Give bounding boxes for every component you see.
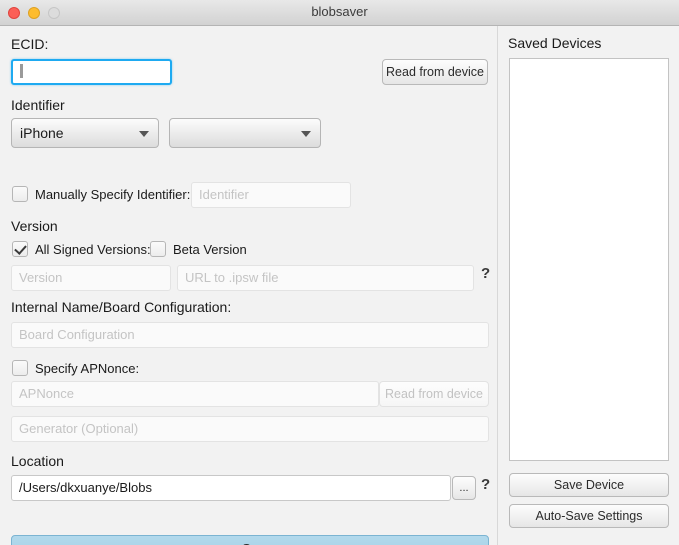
manually-specify-identifier-checkbox[interactable] xyxy=(12,186,28,202)
ecid-input[interactable] xyxy=(11,59,172,85)
version-input[interactable]: Version xyxy=(11,265,171,291)
identifier-label: Identifier xyxy=(11,97,65,113)
text-cursor xyxy=(20,64,23,78)
manual-identifier-input[interactable]: Identifier xyxy=(191,182,351,208)
beta-version-checkbox[interactable] xyxy=(150,241,166,257)
browse-location-button[interactable]: ... xyxy=(452,476,476,500)
specify-apnonce-row: Specify APNonce: xyxy=(12,360,139,376)
main-form-panel: ECID: Read from device Identifier iPhone… xyxy=(0,26,498,545)
specify-apnonce-label: Specify APNonce: xyxy=(35,360,140,376)
ecid-label: ECID: xyxy=(11,36,49,52)
location-input[interactable]: /Users/dkxuanye/Blobs xyxy=(11,475,451,501)
all-signed-versions-row: All Signed Versions: xyxy=(12,241,151,257)
manual-identifier-row: Manually Specify Identifier: xyxy=(12,186,190,202)
saved-devices-title: Saved Devices xyxy=(508,35,602,51)
device-type-dropdown[interactable]: iPhone xyxy=(11,118,159,148)
all-signed-versions-checkbox[interactable] xyxy=(12,241,28,257)
specify-apnonce-checkbox[interactable] xyxy=(12,360,28,376)
ipsw-url-input[interactable]: URL to .ipsw file xyxy=(177,265,474,291)
chevron-down-icon xyxy=(301,131,311,137)
location-label: Location xyxy=(11,453,64,469)
version-label: Version xyxy=(11,218,58,234)
manually-specify-identifier-label: Manually Specify Identifier: xyxy=(35,186,191,202)
window-title: blobsaver xyxy=(311,4,368,19)
device-model-dropdown[interactable] xyxy=(169,118,321,148)
go-button[interactable]: Go xyxy=(11,535,489,545)
generator-input[interactable]: Generator (Optional) xyxy=(11,416,489,442)
auto-save-settings-button[interactable]: Auto-Save Settings xyxy=(509,504,669,528)
beta-version-row: Beta Version xyxy=(150,241,247,257)
app-window: blobsaver ECID: Read from device Identif… xyxy=(0,0,679,545)
apnonce-input[interactable]: APNonce xyxy=(11,381,379,407)
device-type-value: iPhone xyxy=(20,125,64,141)
title-bar: blobsaver xyxy=(0,0,679,26)
saved-devices-panel: Saved Devices Save Device Auto-Save Sett… xyxy=(499,26,679,545)
all-signed-versions-label: All Signed Versions: xyxy=(35,241,151,257)
board-configuration-label: Internal Name/Board Configuration: xyxy=(11,299,232,315)
chevron-down-icon xyxy=(139,131,149,137)
ecid-read-from-device-button[interactable]: Read from device xyxy=(382,59,488,85)
window-content: ECID: Read from device Identifier iPhone… xyxy=(0,26,679,545)
version-help-icon[interactable]: ? xyxy=(481,265,490,282)
apnonce-read-from-device-button[interactable]: Read from device xyxy=(379,381,489,407)
save-device-button[interactable]: Save Device xyxy=(509,473,669,497)
board-configuration-input[interactable]: Board Configuration xyxy=(11,322,489,348)
beta-version-label: Beta Version xyxy=(173,241,247,257)
saved-devices-list[interactable] xyxy=(509,58,669,461)
location-help-icon[interactable]: ? xyxy=(481,476,490,493)
